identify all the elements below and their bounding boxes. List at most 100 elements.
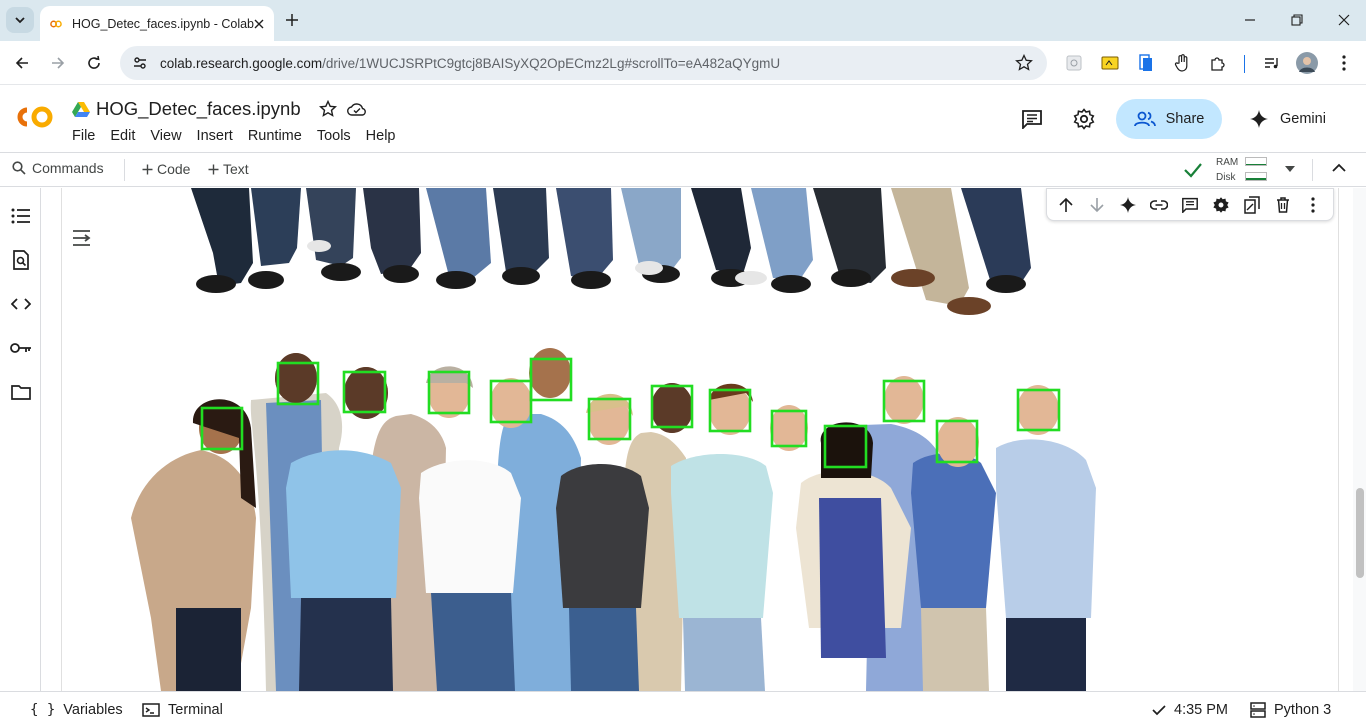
execution-status[interactable]: 4:35 PM — [1152, 702, 1228, 718]
more-vert-icon — [1342, 55, 1346, 71]
browser-tab-active[interactable]: HOG_Detec_faces.ipynb - Colab — [40, 6, 274, 41]
plus-icon — [208, 164, 219, 174]
secrets-key-icon[interactable] — [10, 337, 32, 359]
output-actions-icon[interactable] — [71, 226, 95, 250]
ram-usage-bar — [1245, 157, 1267, 166]
arrow-up-icon — [1059, 197, 1074, 212]
runtime-label: Python 3 — [1274, 702, 1332, 718]
share-button[interactable]: Share — [1116, 99, 1222, 139]
variables-button[interactable]: { } Variables — [30, 702, 123, 718]
table-of-contents-icon[interactable] — [10, 205, 32, 227]
scrollbar-thumb[interactable] — [1356, 488, 1364, 578]
browser-tab-strip: HOG_Detec_faces.ipynb - Colab — [0, 0, 1366, 41]
colab-favicon-icon — [50, 20, 62, 27]
search-icon — [12, 161, 26, 175]
upper-photo-legs — [191, 188, 1031, 315]
extension-grid-icon[interactable] — [1064, 53, 1084, 73]
forward-button[interactable] — [46, 51, 70, 75]
menu-insert[interactable]: Insert — [197, 128, 240, 144]
add-code-label: Code — [157, 161, 191, 177]
notebook-main — [41, 188, 1353, 691]
resource-labels[interactable]: RAM Disk — [1216, 155, 1238, 185]
tab-title: HOG_Detec_faces.ipynb - Colab — [71, 16, 254, 31]
cell-toolbar — [1046, 188, 1334, 221]
notebook-title[interactable]: HOG_Detec_faces.ipynb — [96, 98, 301, 120]
share-label: Share — [1165, 111, 1205, 127]
add-code-button[interactable]: Code — [142, 161, 190, 177]
terminal-label: Terminal — [168, 702, 223, 718]
minimize-button[interactable] — [1236, 8, 1264, 32]
plus-icon — [286, 14, 298, 26]
extension-doc-icon[interactable] — [1136, 53, 1156, 73]
terminal-icon — [142, 703, 160, 717]
google-drive-icon — [72, 102, 90, 117]
menu-view[interactable]: View — [150, 128, 188, 144]
new-tab-button[interactable] — [282, 10, 302, 30]
extension-hand-icon[interactable] — [1172, 53, 1192, 73]
move-cell-up-button[interactable] — [1055, 194, 1077, 216]
ram-label: RAM — [1216, 157, 1239, 168]
menu-edit[interactable]: Edit — [110, 128, 142, 144]
disk-label: Disk — [1216, 172, 1236, 183]
status-bar: { } Variables Terminal 4:35 PM Python 3 — [0, 691, 1366, 728]
link-cell-button[interactable] — [1148, 194, 1170, 216]
collapse-header-icon[interactable] — [1332, 163, 1346, 173]
left-sidebar — [0, 188, 41, 691]
vertical-scrollbar[interactable] — [1353, 188, 1366, 691]
gemini-cell-button[interactable] — [1117, 194, 1139, 216]
commands-label: Commands — [32, 160, 104, 176]
back-button[interactable] — [10, 51, 34, 75]
notebook-title-row: HOG_Detec_faces.ipynb — [72, 97, 367, 121]
mirror-cell-button[interactable] — [1241, 194, 1263, 216]
menu-file[interactable]: File — [72, 128, 102, 144]
settings-button[interactable] — [1072, 107, 1096, 131]
files-folder-icon[interactable] — [10, 381, 32, 403]
restore-button[interactable] — [1283, 8, 1311, 32]
close-window-button[interactable] — [1330, 8, 1358, 32]
menu-bar: File Edit View Insert Runtime Tools Help — [72, 128, 411, 144]
resources-dropdown-icon[interactable] — [1284, 164, 1296, 174]
tab-close-icon[interactable] — [254, 16, 264, 32]
menu-runtime[interactable]: Runtime — [248, 128, 309, 144]
cell-settings-button[interactable] — [1210, 194, 1232, 216]
site-info-icon[interactable] — [132, 55, 148, 71]
variables-label: Variables — [63, 702, 123, 718]
tab-search-button[interactable] — [6, 7, 34, 33]
plus-icon — [142, 164, 153, 174]
move-cell-down-button[interactable] — [1086, 194, 1108, 216]
bookmark-star-icon[interactable] — [1015, 54, 1033, 72]
comments-button[interactable] — [1020, 107, 1044, 131]
link-icon — [1150, 199, 1169, 210]
code-snippets-icon[interactable] — [10, 293, 32, 315]
runtime-type-button[interactable]: Python 3 — [1250, 702, 1331, 718]
colab-logo-icon[interactable] — [14, 104, 56, 130]
star-icon[interactable] — [318, 100, 337, 118]
more-cell-actions-button[interactable] — [1302, 194, 1324, 216]
browser-menu-button[interactable] — [1334, 53, 1354, 73]
media-control-icon[interactable] — [1262, 53, 1282, 73]
delete-cell-button[interactable] — [1272, 194, 1294, 216]
people-icon — [1133, 111, 1156, 127]
close-icon — [1338, 14, 1350, 26]
find-replace-icon[interactable] — [10, 249, 32, 271]
commands-button[interactable]: Commands — [12, 160, 104, 176]
omnibox[interactable]: colab.research.google.com/drive/1WUCJSRP… — [120, 46, 1047, 80]
comment-icon — [1182, 197, 1198, 213]
menu-tools[interactable]: Tools — [317, 128, 358, 144]
gemini-button[interactable]: Gemini — [1240, 99, 1344, 139]
comment-cell-button[interactable] — [1179, 194, 1201, 216]
cloud-saved-icon[interactable] — [346, 101, 367, 117]
arrow-down-icon — [1090, 197, 1104, 212]
extension-folder-icon[interactable] — [1100, 53, 1120, 73]
disk-usage-bar — [1245, 172, 1267, 181]
connected-check-icon[interactable] — [1182, 160, 1204, 180]
colab-header: HOG_Detec_faces.ipynb File Edit View Ins… — [0, 86, 1366, 152]
profile-avatar[interactable] — [1296, 52, 1318, 74]
terminal-button[interactable]: Terminal — [142, 702, 223, 718]
extensions-puzzle-icon[interactable] — [1208, 53, 1228, 73]
gear-icon — [1073, 108, 1095, 130]
add-text-button[interactable]: Text — [208, 161, 249, 177]
gemini-sparkle-icon — [1250, 110, 1268, 128]
reload-button[interactable] — [82, 51, 106, 75]
menu-help[interactable]: Help — [366, 128, 403, 144]
